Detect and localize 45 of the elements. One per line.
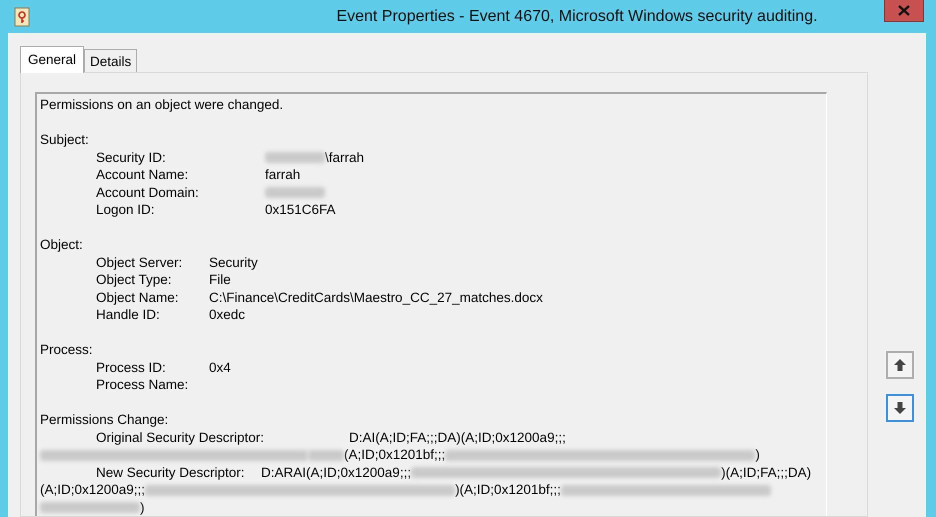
field-value: D:ARAI(A;ID;0x1200a9;;; — [261, 464, 412, 480]
field-value: ) — [140, 500, 144, 514]
field-label: Object Name: — [96, 288, 180, 306]
redaction-blur — [265, 152, 325, 163]
field-label: Account Name: — [96, 166, 190, 184]
field-value: D:AI(A;ID;FA;;;DA)(A;ID;0x1200a9;;; — [349, 430, 566, 444]
section-heading: Subject: — [40, 131, 89, 148]
document-key-icon — [14, 6, 30, 26]
field-label: New Security Descriptor: — [96, 464, 246, 481]
field-label: Object Server: — [96, 254, 184, 271]
field-value: )(A;ID;FA;;;DA) — [721, 464, 812, 480]
field-value: \farrah — [325, 148, 364, 166]
field-value: 0x4 — [209, 358, 231, 376]
field-label: Logon ID: — [96, 201, 156, 218]
field-value: ) — [755, 447, 760, 462]
field-value: (A;ID;0x1201bf;;; — [344, 447, 446, 462]
field-value: File — [209, 271, 231, 288]
field-label: Handle ID: — [96, 306, 161, 324]
field-value: 0x151C6FA — [265, 201, 336, 218]
close-icon — [898, 5, 910, 16]
description-text: Permissions on an object were changed. — [40, 96, 284, 114]
field-value: farrah — [265, 166, 300, 184]
up-arrow-icon — [894, 359, 906, 371]
tab[interactable]: Details — [84, 49, 138, 72]
section-heading: Process: — [40, 341, 93, 358]
field-value: C:\Finance\CreditCards\Maestro_CC_27_matches.docx — [209, 288, 543, 306]
field-value: )(A;ID;0x1201bf;;; — [455, 482, 561, 497]
field-value: Security — [209, 254, 258, 271]
field-value: (A;ID;0x1200a9;;; — [40, 482, 146, 497]
section-heading: Object: — [40, 236, 83, 254]
field-label: Process ID: — [96, 358, 167, 376]
field-label: Security ID: — [96, 148, 167, 166]
redaction-blur — [265, 186, 325, 198]
window-title: Event Properties - Event 4670, Microsoft Windows security auditing. — [335, 8, 819, 26]
previous-event-button[interactable] — [886, 351, 914, 379]
field-label: Original Security Descriptor: — [96, 428, 266, 446]
tab[interactable]: General — [20, 46, 84, 73]
field-label: Object Type: — [96, 271, 173, 288]
field-value: 0xedc — [209, 306, 246, 324]
field-label: Account Domain: — [96, 184, 200, 201]
section-heading: Permissions Change: — [40, 411, 168, 428]
next-event-button[interactable] — [886, 394, 914, 422]
field-label: Process Name: — [96, 376, 190, 394]
close-button[interactable] — [884, 0, 924, 22]
down-arrow-icon — [894, 402, 906, 414]
